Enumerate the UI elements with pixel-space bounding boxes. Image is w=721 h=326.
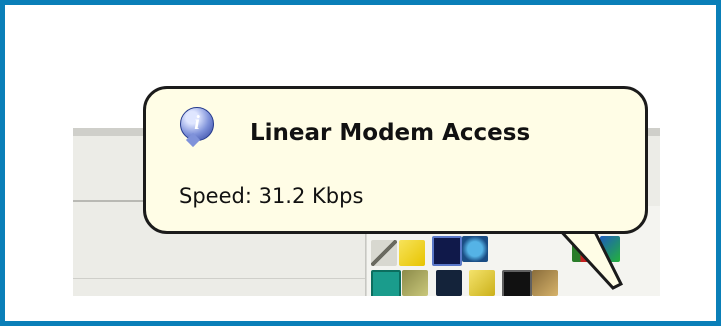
notification-balloon[interactable]: i Linear Modem Access Speed: 31.2 Kbps bbox=[143, 86, 648, 234]
info-icon: i bbox=[180, 107, 214, 141]
balloon-message: Speed: 31.2 Kbps bbox=[179, 184, 364, 208]
screenshot-region: i Linear Modem Access Speed: 31.2 Kbps bbox=[73, 56, 660, 296]
balloon-title: Linear Modem Access bbox=[250, 120, 531, 146]
figure-frame: i Linear Modem Access Speed: 31.2 Kbps bbox=[0, 0, 721, 326]
